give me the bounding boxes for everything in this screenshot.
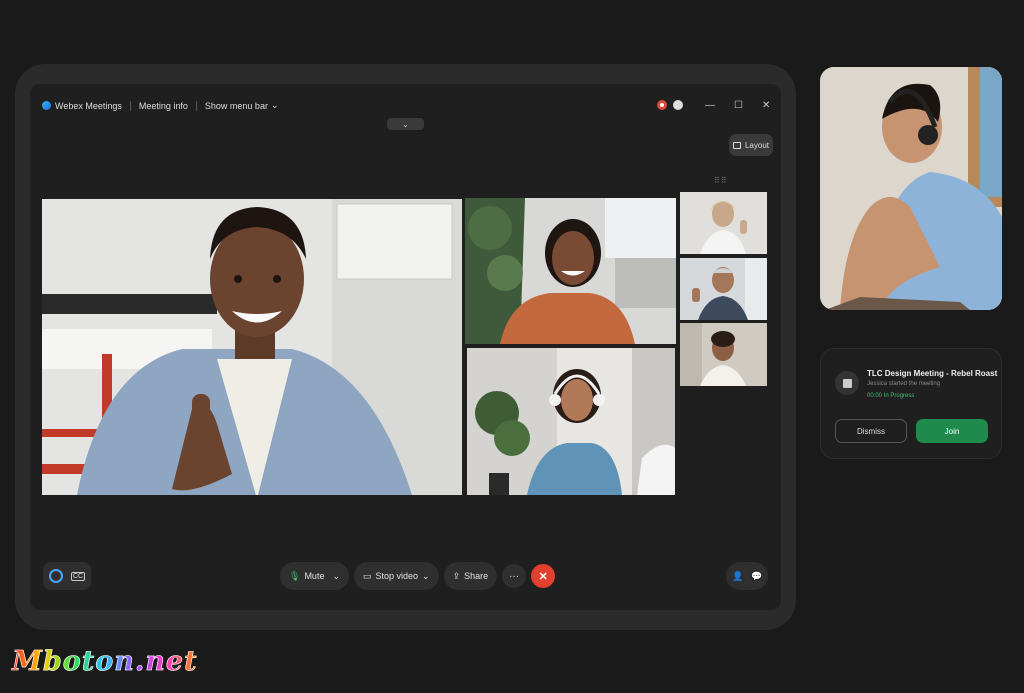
chevron-down-icon: ⌄ [402, 119, 409, 129]
recording-icon [657, 100, 667, 110]
maximize-button[interactable]: ☐ [734, 100, 743, 111]
participant-video [42, 199, 462, 495]
notification-status: 00:00 In Progress [867, 393, 915, 399]
join-button[interactable]: Join [916, 419, 988, 443]
participant-photo [820, 67, 1002, 310]
watermark-logo: Mboton.net [12, 646, 198, 678]
captions-icon[interactable]: CC [71, 571, 86, 581]
layout-button[interactable]: Layout [729, 134, 773, 156]
chat-icon[interactable]: 💬 [751, 571, 762, 582]
microphone-icon: 🎙 [289, 570, 301, 581]
show-menu-bar-label: Show menu bar [204, 100, 268, 111]
participant-video [680, 192, 767, 254]
chevron-down-icon[interactable]: ⌄ [422, 571, 430, 582]
close-window-button[interactable]: ✕ [762, 100, 770, 111]
side-participant-photo [820, 67, 1002, 310]
mute-button[interactable]: 🎙 Mute ⌄ [280, 562, 349, 590]
filmstrip-tile-3[interactable] [680, 323, 767, 386]
stop-video-button[interactable]: ▭ Stop video ⌄ [354, 562, 439, 590]
chevron-down-icon[interactable]: ⌄ [332, 571, 340, 582]
meeting-icon [835, 371, 859, 395]
stop-video-label: Stop video [375, 571, 419, 581]
participant-video [680, 258, 767, 320]
video-camera-icon: ▭ [363, 570, 372, 581]
filmstrip-tile-2[interactable] [680, 258, 767, 320]
assistant-group: CC [43, 562, 92, 590]
title-bar: Webex Meetings Meeting info Show menu ba… [42, 100, 279, 111]
ai-assistant-icon[interactable] [49, 569, 63, 583]
window-controls: — ☐ ✕ [705, 100, 770, 111]
collapse-toggle-button[interactable]: ⌄ [387, 118, 424, 130]
filmstrip-drag-handle[interactable]: ⠿⠿ [714, 176, 728, 185]
app-name: Webex Meetings [55, 100, 122, 111]
webex-logo-icon [42, 101, 51, 110]
participant-video [467, 348, 675, 495]
show-menu-bar-button[interactable]: Show menu bar ⌄ [205, 100, 279, 111]
share-button[interactable]: ⇪ Share [443, 562, 498, 590]
chevron-down-icon: ⌄ [270, 100, 279, 110]
participant-video [465, 198, 676, 344]
video-tile-main[interactable] [42, 199, 462, 495]
participant-video [680, 323, 767, 386]
filmstrip-tile-1[interactable] [680, 192, 767, 254]
notification-title: TLC Design Meeting - Rebel Roast [867, 369, 998, 378]
status-indicators [657, 100, 683, 110]
share-icon: ⇪ [452, 570, 461, 581]
meeting-notification-card: TLC Design Meeting - Rebel Roast Jessica… [820, 348, 1002, 459]
meeting-controls: 🎙 Mute ⌄ ▭ Stop video ⌄ ⇪ Share ··· ✕ [280, 562, 556, 590]
mute-label: Mute [304, 571, 325, 581]
share-label: Share [464, 571, 489, 581]
notification-subtitle: Jessica started the meeting [867, 381, 941, 387]
more-options-button[interactable]: ··· [502, 564, 527, 588]
layout-label: Layout [744, 140, 770, 150]
meeting-info-link[interactable]: Meeting info [139, 101, 188, 111]
divider [195, 100, 197, 111]
panel-toggles: 👤 💬 [726, 562, 769, 590]
participants-icon[interactable]: 👤 [732, 571, 743, 582]
left-toolbar: CC [43, 562, 92, 590]
right-toolbar: 👤 💬 [726, 562, 769, 590]
video-tile-participant-2[interactable] [465, 198, 676, 344]
video-tile-participant-3[interactable] [467, 348, 675, 495]
end-call-button[interactable]: ✕ [531, 564, 556, 588]
minimize-button[interactable]: — [705, 100, 715, 111]
divider [129, 100, 131, 111]
dismiss-button[interactable]: Dismiss [835, 419, 907, 443]
compass-icon[interactable] [673, 100, 683, 110]
layout-icon [732, 141, 741, 149]
